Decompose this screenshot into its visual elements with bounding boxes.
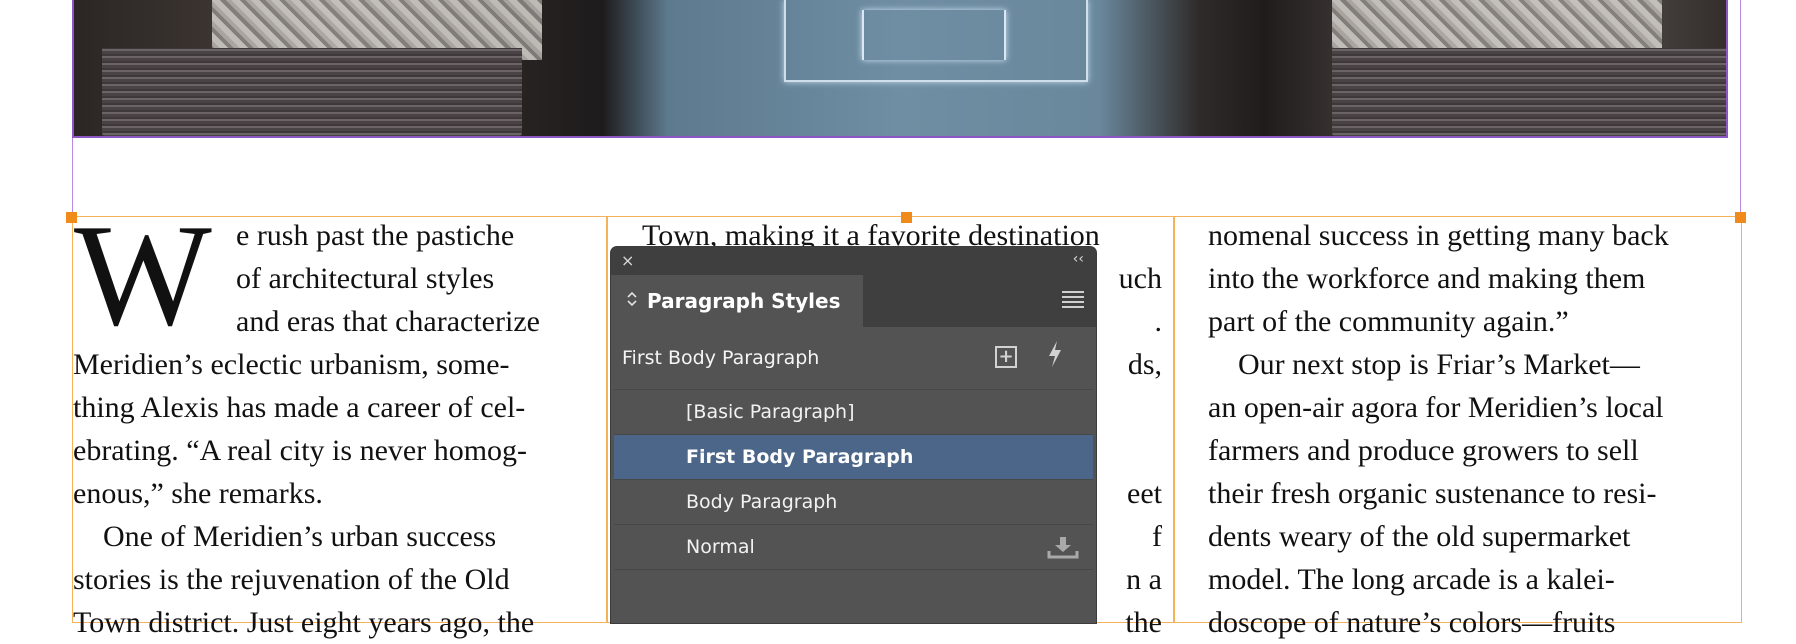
style-item[interactable]: [Basic Paragraph] [614, 389, 1093, 434]
text-line: their fresh organic sustenance to resi- [1208, 477, 1657, 510]
tab-chevron-icon [625, 291, 639, 311]
frame-guide-left [72, 138, 73, 218]
text-line: One of Meridien’s urban success [73, 520, 497, 553]
paragraph-styles-panel[interactable]: × ‹‹ Paragraph Styles First Body Paragra… [611, 247, 1096, 623]
current-style-row: First Body Paragraph + [611, 327, 1096, 389]
text-line: farmers and produce growers to sell [1208, 434, 1639, 467]
style-item[interactable]: Normal [614, 524, 1093, 569]
text-line: thing Alexis has made a career of cel- [73, 391, 526, 424]
close-icon[interactable]: × [621, 251, 634, 270]
style-list: [Basic Paragraph] First Body Paragraph Bod… [611, 389, 1096, 570]
text-line: stories is the rejuvenation of the Old [73, 563, 510, 596]
frame-guide-right [1740, 0, 1741, 218]
text-line: Meridien’s eclectic urbanism, some- [73, 348, 510, 381]
frame-handle-top-right[interactable] [1735, 212, 1746, 223]
text-line: dents weary of the old supermarket [1208, 520, 1631, 553]
tab-paragraph-styles[interactable]: Paragraph Styles [611, 275, 863, 327]
panel-titlebar[interactable]: × ‹‹ [611, 247, 1096, 275]
panel-tab-row: Paragraph Styles [611, 275, 1096, 327]
list-divider [614, 569, 1093, 570]
text-line: an open-air agora for Meridien’s local [1208, 391, 1664, 424]
text-line: part of the community again.” [1208, 305, 1569, 338]
panel-menu-icon[interactable] [1062, 291, 1084, 309]
text-column-3: nomenal success in getting many back into… [1208, 214, 1669, 644]
text-line: Our next stop is Friar’s Market— [1208, 348, 1640, 381]
text-line: ebrating. “A real city is never homog- [73, 434, 528, 467]
text-line: e rush past the pastiche [236, 219, 515, 252]
style-item[interactable]: Body Paragraph [614, 479, 1093, 524]
style-item-label: Body Paragraph [686, 491, 838, 513]
text-line: nomenal success in getting many back [1208, 219, 1669, 252]
image-frame[interactable] [72, 0, 1728, 138]
text-line: of architectural styles [236, 262, 495, 295]
text-column-1: e rush past the pastiche of architectural… [73, 214, 540, 644]
lightning-icon[interactable] [1047, 340, 1063, 374]
download-icon [1047, 535, 1079, 559]
text-line: enous,” she remarks. [73, 477, 323, 510]
style-item-label: First Body Paragraph [686, 446, 914, 468]
text-line: model. The long arcade is a kalei- [1208, 563, 1615, 596]
style-item-label: Normal [686, 536, 755, 558]
text-line: into the workforce and making them [1208, 262, 1646, 295]
current-style-label: First Body Paragraph [622, 347, 820, 369]
text-line: and eras that characterize [236, 305, 540, 338]
tab-label: Paragraph Styles [647, 289, 841, 313]
new-style-icon[interactable]: + [995, 346, 1017, 368]
style-item[interactable]: First Body Paragraph [614, 434, 1093, 479]
style-item-label: [Basic Paragraph] [686, 401, 855, 423]
collapse-icon[interactable]: ‹‹ [1073, 251, 1084, 267]
